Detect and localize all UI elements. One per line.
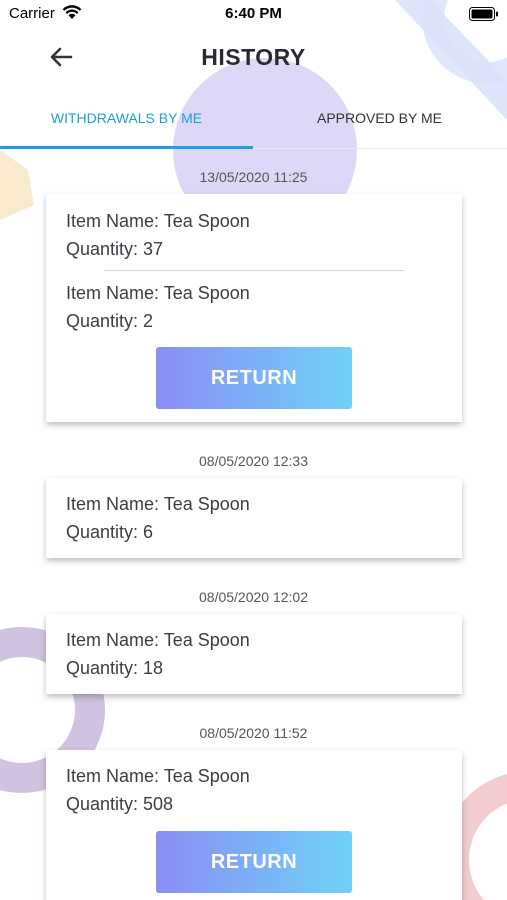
page-title: HISTORY: [201, 44, 306, 70]
item-name: Item Name: Tea Spoon: [66, 283, 250, 303]
tab-bar: WITHDRAWALS BY ME APPROVED BY ME: [0, 100, 507, 149]
item-name: Item Name: Tea Spoon: [66, 766, 250, 786]
item-name: Item Name: Tea Spoon: [66, 630, 250, 650]
entry-date: 08/05/2020 12:33: [199, 453, 308, 469]
item-name: Item Name: Tea Spoon: [66, 211, 250, 231]
tab-approved-by-me[interactable]: APPROVED BY ME: [253, 110, 506, 126]
history-screen: Carrier 6:40 PM HISTORY WITHDRAWALS BY M…: [0, 0, 507, 900]
item-name: Item Name: Tea Spoon: [66, 494, 250, 514]
status-time: 6:40 PM: [225, 5, 282, 22]
history-card: Item Name: Tea Spoon Quantity: 18: [46, 614, 462, 694]
entry-date: 08/05/2020 11:52: [199, 725, 308, 741]
item-quantity: Quantity: 508: [66, 794, 174, 814]
entry-date: 08/05/2020 12:02: [199, 589, 308, 605]
item-quantity: Quantity: 18: [66, 658, 164, 678]
app-header: HISTORY: [0, 28, 507, 90]
history-card: Item Name: Tea Spoon Quantity: 6: [46, 478, 462, 558]
history-card: Item Name: Tea Spoon Quantity: 508 RETUR…: [46, 750, 462, 900]
item-quantity: Quantity: 37: [66, 239, 164, 259]
item-divider: [104, 270, 404, 271]
status-bar: Carrier 6:40 PM: [0, 0, 507, 28]
tab-withdrawals-by-me[interactable]: WITHDRAWALS BY ME: [0, 110, 253, 126]
return-button[interactable]: RETURN: [156, 347, 352, 409]
history-card: Item Name: Tea Spoon Quantity: 37 Item N…: [46, 194, 462, 422]
item-quantity: Quantity: 2: [66, 311, 154, 331]
item-quantity: Quantity: 6: [66, 522, 154, 542]
return-button[interactable]: RETURN: [156, 831, 352, 893]
battery-icon: [469, 7, 499, 26]
entry-date: 13/05/2020 11:25: [199, 169, 308, 185]
active-tab-indicator: [0, 146, 253, 149]
